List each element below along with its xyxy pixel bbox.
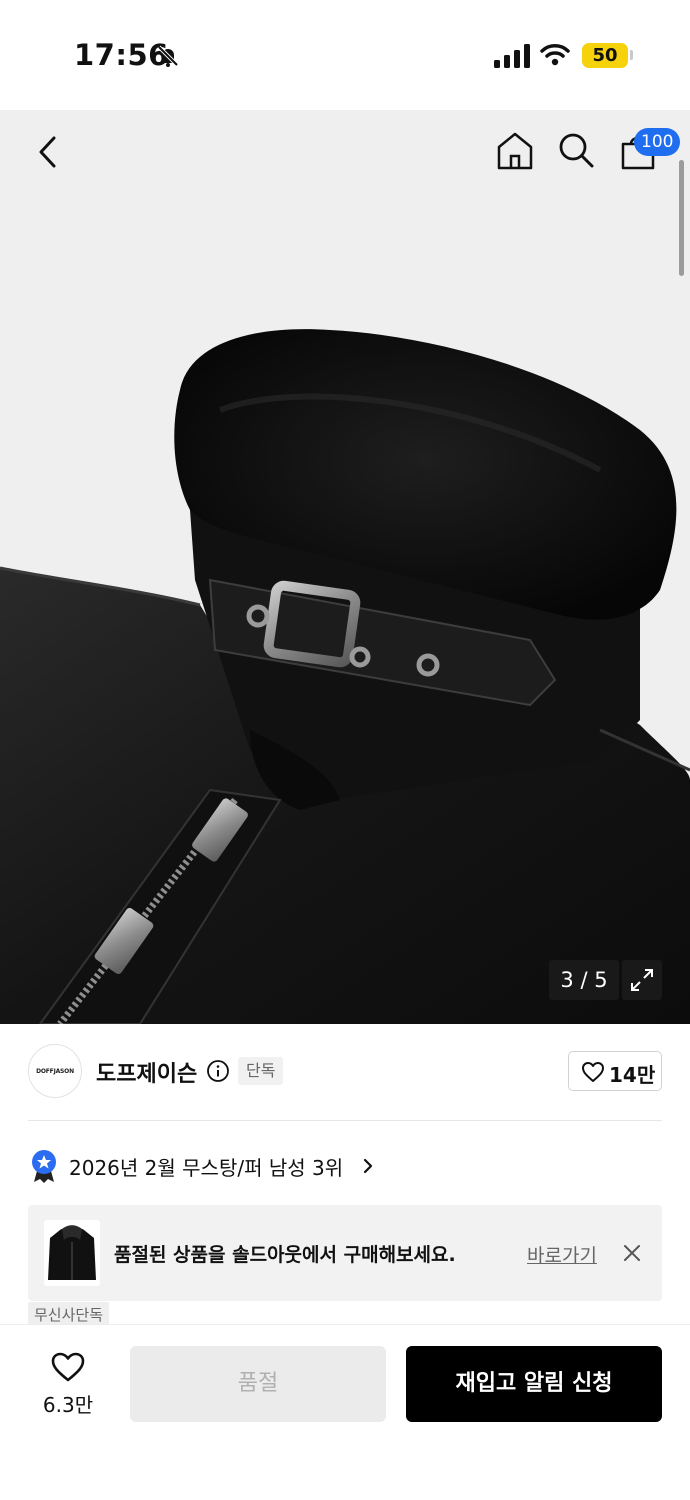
heart-icon bbox=[51, 1352, 85, 1382]
close-icon[interactable] bbox=[621, 1242, 643, 1264]
brand-like-count: 14만 bbox=[609, 1063, 656, 1087]
wishlist-button[interactable]: 6.3만 bbox=[30, 1347, 106, 1423]
cart-count-badge: 100 bbox=[634, 128, 681, 156]
battery-level: 50 bbox=[582, 43, 628, 68]
brand-name[interactable]: 도프제이슨 bbox=[96, 1056, 197, 1088]
search-icon[interactable] bbox=[556, 130, 596, 170]
info-icon[interactable] bbox=[206, 1059, 230, 1083]
battery-cap bbox=[630, 50, 633, 60]
product-photo-jacket bbox=[0, 329, 690, 1024]
expand-image-button[interactable] bbox=[622, 960, 662, 1000]
back-icon[interactable] bbox=[32, 132, 62, 172]
cellular-signal-icon bbox=[494, 44, 530, 68]
chevron-right-icon bbox=[363, 1158, 373, 1174]
brand-like-button[interactable]: 14만 bbox=[568, 1051, 662, 1091]
gallery-page-indicator: 3 / 5 bbox=[549, 960, 619, 1000]
banner-product-thumbnail bbox=[44, 1220, 100, 1286]
wifi-icon bbox=[540, 44, 570, 66]
bottom-action-bar: 6.3만 품절 재입고 알림 신청 bbox=[0, 1324, 690, 1500]
product-image-gallery[interactable] bbox=[0, 110, 690, 1024]
heart-icon bbox=[582, 1062, 604, 1082]
restock-alert-button[interactable]: 재입고 알림 신청 bbox=[406, 1346, 662, 1422]
home-icon[interactable] bbox=[494, 130, 536, 172]
status-time: 17:56 bbox=[74, 38, 169, 72]
ranking-badge-icon bbox=[32, 1150, 56, 1183]
scrollbar[interactable] bbox=[679, 160, 684, 276]
top-navigation: 100 bbox=[0, 110, 690, 190]
brand-row: DOFFJASON 도프제이슨 단독 14만 bbox=[0, 1024, 690, 1120]
expand-icon bbox=[631, 969, 653, 991]
wishlist-count: 6.3만 bbox=[42, 1393, 94, 1417]
divider bbox=[28, 1120, 662, 1121]
ranking-text: 2026년 2월 무스탕/퍼 남성 3위 bbox=[69, 1156, 344, 1180]
exclusive-tag: 단독 bbox=[238, 1057, 284, 1085]
banner-text: 품절된 상품을 솔드아웃에서 구매해보세요. bbox=[114, 1244, 456, 1266]
ranking-link[interactable]: 2026년 2월 무스탕/퍼 남성 3위 bbox=[28, 1146, 662, 1186]
bell-slash-icon bbox=[157, 45, 179, 67]
soldout-banner: 품절된 상품을 솔드아웃에서 구매해보세요. 바로가기 bbox=[28, 1205, 662, 1301]
soldout-button: 품절 bbox=[130, 1346, 386, 1422]
musinsa-exclusive-tag: 무신사단독 bbox=[28, 1302, 110, 1326]
banner-shortcut-link[interactable]: 바로가기 bbox=[527, 1241, 597, 1268]
brand-logo[interactable]: DOFFJASON bbox=[28, 1044, 82, 1098]
status-bar: 17:56 50 bbox=[0, 0, 690, 110]
